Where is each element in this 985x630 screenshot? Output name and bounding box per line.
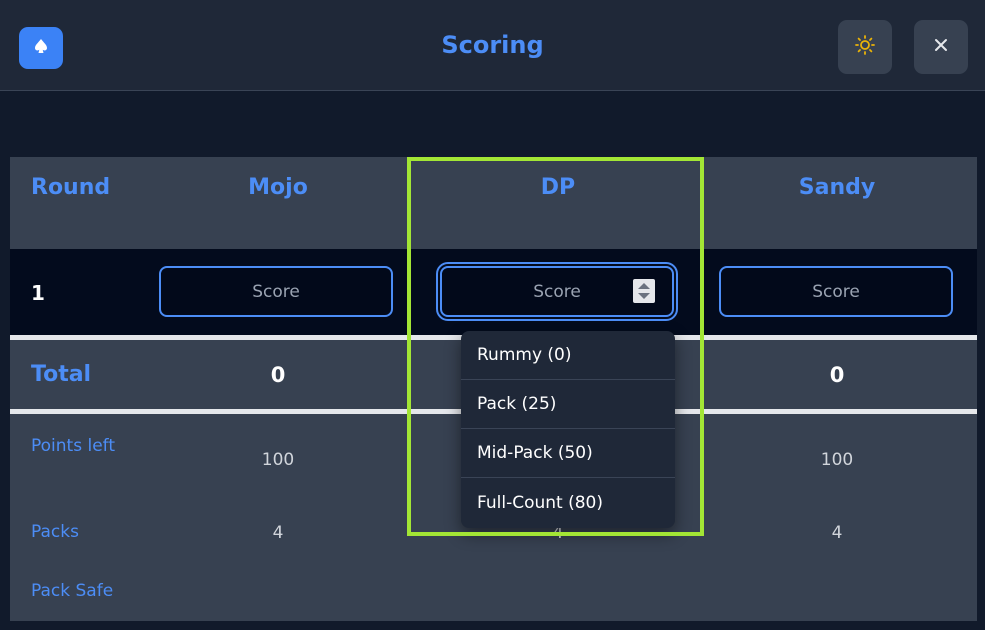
number-spinner[interactable] [633, 279, 655, 303]
total-value-sandy: 0 [829, 363, 845, 387]
total-value-mojo: 0 [270, 363, 286, 387]
packs-mojo: 4 [272, 523, 284, 543]
option-mid-pack[interactable]: Mid-Pack (50) [461, 429, 675, 478]
round-number: 1 [31, 281, 45, 305]
header-round: Round [31, 175, 111, 200]
close-button[interactable] [914, 20, 968, 74]
option-full-count[interactable]: Full-Count (80) [461, 478, 675, 527]
score-options-dropdown: Rummy (0) Pack (25) Mid-Pack (50) Full-C… [461, 331, 675, 528]
option-rummy[interactable]: Rummy (0) [461, 331, 675, 380]
header-player-mojo: Mojo [248, 175, 308, 200]
points-left-label: Points left [31, 436, 116, 456]
pack-safe-label: Pack Safe [31, 581, 114, 601]
total-label: Total [31, 362, 92, 387]
score-input-dp[interactable]: Score [436, 262, 678, 321]
points-left-mojo: 100 [261, 450, 295, 470]
packs-label: Packs [31, 522, 79, 542]
close-icon [933, 37, 949, 57]
option-pack[interactable]: Pack (25) [461, 380, 675, 429]
theme-toggle-button[interactable] [838, 20, 892, 74]
score-input-mojo[interactable]: Score [159, 266, 393, 317]
top-bar: Scoring [0, 0, 985, 91]
score-placeholder: Score [252, 281, 300, 302]
score-input-sandy[interactable]: Score [719, 266, 953, 317]
header-player-dp: DP [540, 175, 576, 200]
score-placeholder: Score [533, 281, 581, 302]
score-placeholder: Score [812, 281, 860, 302]
packs-sandy: 4 [831, 523, 843, 543]
header-player-sandy: Sandy [798, 175, 876, 200]
sun-icon [854, 34, 876, 60]
points-left-sandy: 100 [820, 450, 854, 470]
